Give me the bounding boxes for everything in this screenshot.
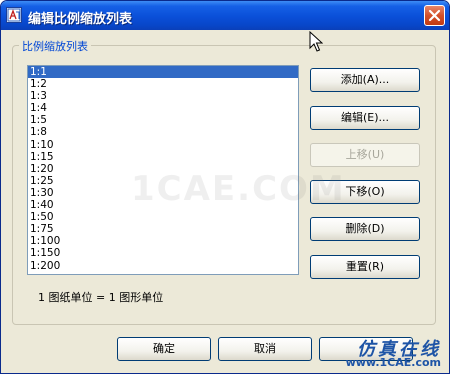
- list-item[interactable]: 1:3: [28, 90, 298, 102]
- close-button[interactable]: [424, 5, 445, 26]
- mouse-cursor-icon: [309, 31, 323, 52]
- list-item[interactable]: 1:100: [28, 235, 298, 247]
- list-item[interactable]: 1:1: [28, 66, 298, 79]
- list-item[interactable]: 1:8: [28, 126, 298, 138]
- site-logo: 仿真在线 www.1CAE.com: [321, 335, 447, 373]
- ok-button[interactable]: 确定: [117, 337, 211, 361]
- list-item[interactable]: 1:4: [28, 102, 298, 114]
- watermark: 1CAE.COM: [131, 169, 346, 209]
- cancel-button[interactable]: 取消: [218, 337, 312, 361]
- group-label: 比例缩放列表: [19, 38, 91, 54]
- add-button[interactable]: 添加(A)...: [310, 68, 420, 92]
- list-item[interactable]: 1:2: [28, 78, 298, 90]
- site-logo-url: www.1CAE.com: [345, 356, 441, 369]
- list-item[interactable]: 1:50: [28, 211, 298, 223]
- dialog-window: 编辑比例缩放列表 比例缩放列表 1:1 1:2 1:3 1:4 1:5 1:8 1:10 1:…: [0, 0, 450, 374]
- window-title: 编辑比例缩放列表: [28, 12, 133, 27]
- delete-button[interactable]: 删除(D): [310, 217, 420, 241]
- move-up-button[interactable]: 上移(U): [310, 143, 420, 167]
- list-item[interactable]: 1:10: [28, 139, 298, 151]
- list-item[interactable]: 1:5: [28, 114, 298, 126]
- list-item[interactable]: 1:200: [28, 260, 298, 272]
- app-icon: [6, 7, 22, 23]
- title-bar[interactable]: 编辑比例缩放列表: [1, 1, 449, 30]
- close-icon: [428, 9, 441, 22]
- list-item[interactable]: 1:15: [28, 151, 298, 163]
- list-item[interactable]: 1:75: [28, 223, 298, 235]
- edit-button[interactable]: 编辑(E)...: [310, 106, 420, 130]
- reset-button[interactable]: 重置(R): [310, 255, 420, 279]
- unit-ratio-text: 1 图纸单位 = 1 图形单位: [38, 291, 164, 304]
- list-item[interactable]: 1:150: [28, 247, 298, 259]
